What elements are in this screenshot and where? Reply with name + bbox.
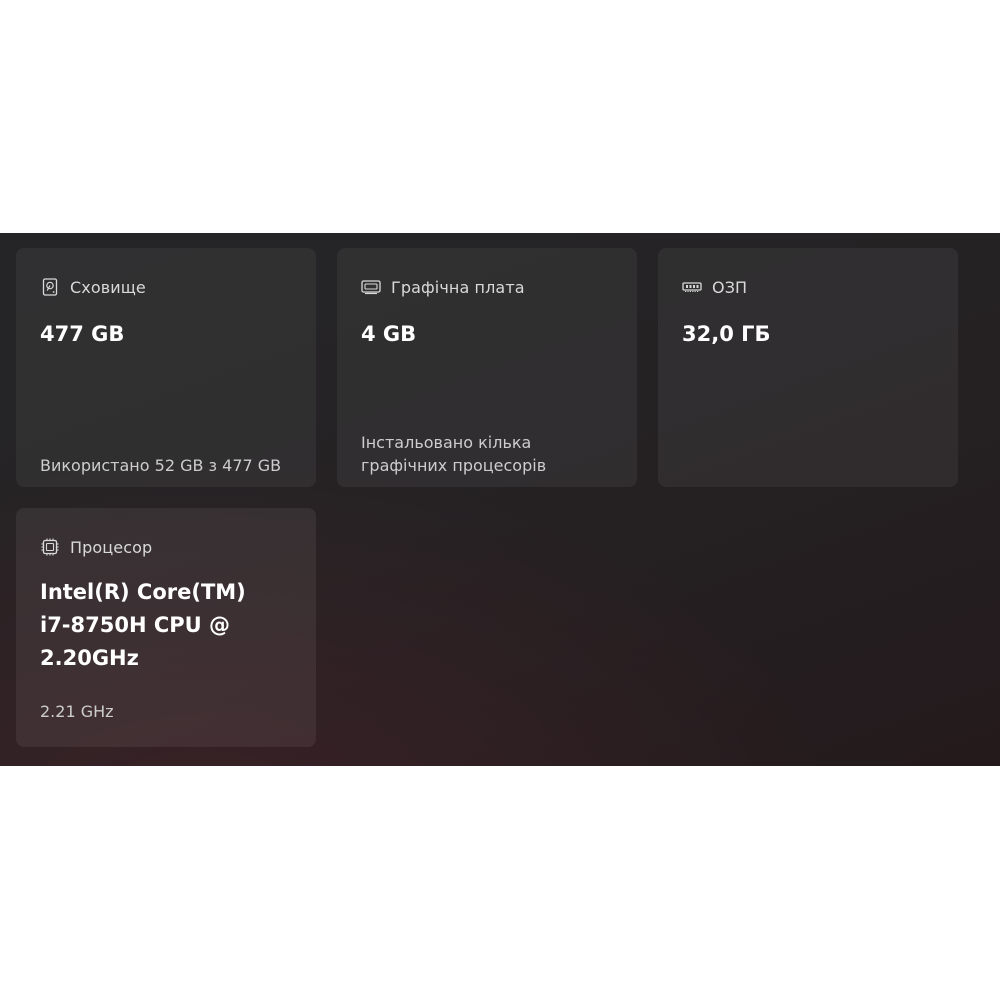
ram-card-title: ОЗП — [712, 277, 748, 297]
processor-name-line: 2.20GHz — [40, 646, 139, 670]
graphics-detail-text: Інстальовано кілька графічних процесорів — [361, 433, 547, 475]
hard-drive-icon — [40, 277, 60, 297]
device-specs-panel: Сховище 477 GB Використано 52 GB з 477 G… — [0, 233, 1000, 766]
processor-name-value: Intel(R) Core(TM) i7-8750H CPU @ 2.20GHz — [40, 576, 296, 675]
graphics-card-header: Графічна плата — [361, 275, 525, 299]
processor-icon — [40, 537, 60, 557]
ram-total-value: 32,0 ГБ — [682, 322, 771, 346]
storage-total-value: 477 GB — [40, 322, 125, 346]
processor-card-title: Процесор — [70, 537, 153, 557]
storage-card[interactable]: Сховище 477 GB Використано 52 GB з 477 G… — [16, 248, 316, 487]
storage-usage-text: Використано 52 GB з 477 GB — [40, 456, 282, 475]
memory-icon — [682, 277, 702, 297]
ram-card-header: ОЗП — [682, 275, 747, 299]
graphics-card-title: Графічна плата — [391, 277, 525, 297]
processor-speed-text: 2.21 GHz — [40, 702, 114, 721]
graphics-memory-value: 4 GB — [361, 322, 417, 346]
processor-card[interactable]: Процесор Intel(R) Core(TM) i7-8750H CPU … — [16, 508, 316, 747]
storage-card-header: Сховище — [40, 275, 146, 299]
processor-name-line: i7-8750H CPU @ — [40, 613, 231, 637]
display-adapter-icon — [361, 277, 381, 297]
ram-card[interactable]: ОЗП 32,0 ГБ — [658, 248, 958, 487]
storage-card-title: Сховище — [70, 277, 146, 297]
graphics-card-card[interactable]: Графічна плата 4 GB Інстальовано кілька … — [337, 248, 637, 487]
processor-name-line: Intel(R) Core(TM) — [40, 580, 246, 604]
processor-card-header: Процесор — [40, 535, 152, 559]
